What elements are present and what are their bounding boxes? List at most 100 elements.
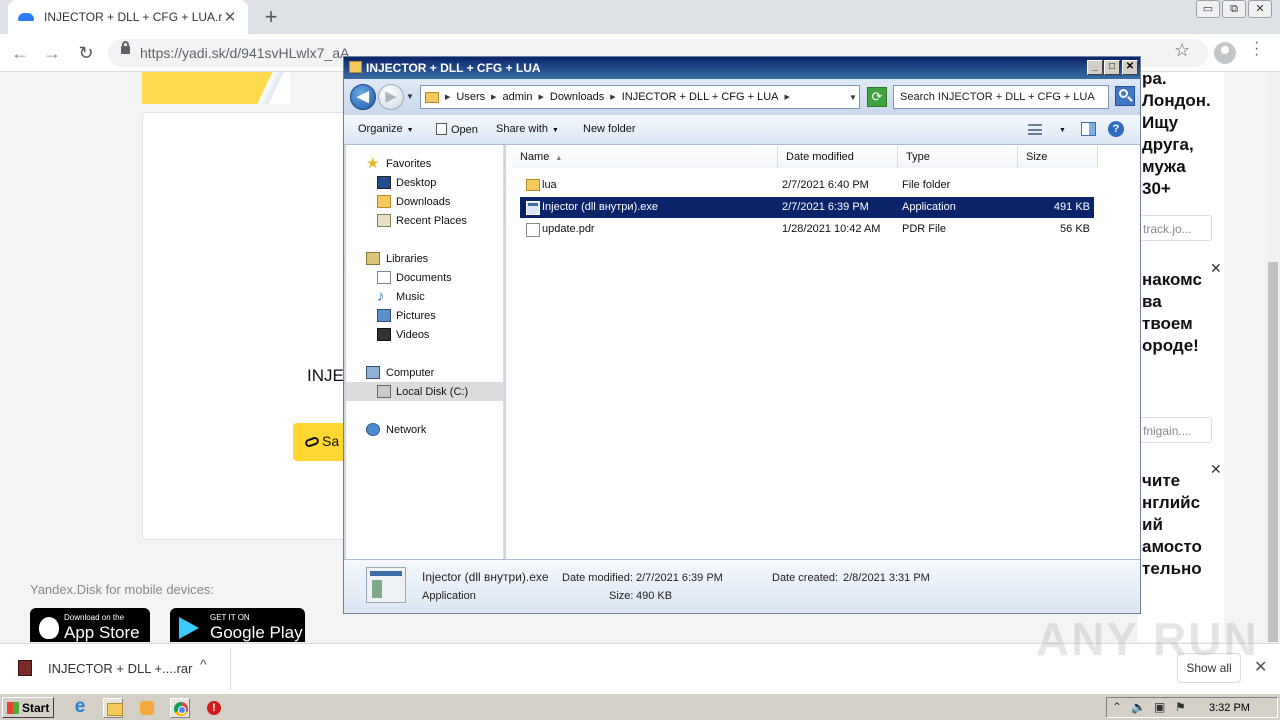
disk-icon [304, 435, 320, 449]
nav-libraries[interactable]: Libraries [346, 249, 504, 268]
tab-close-icon[interactable]: ✕ [222, 8, 238, 26]
browser-close-button[interactable]: ✕ [1248, 0, 1272, 18]
nav-pictures[interactable]: Pictures [346, 306, 504, 325]
search-input[interactable]: Search INJECTOR + DLL + CFG + LUA [893, 85, 1109, 109]
network-tray-icon[interactable]: ▣ [1154, 700, 1165, 714]
nav-label: Favorites [386, 158, 432, 170]
explorer-minimize-button[interactable]: _ [1087, 60, 1103, 75]
path-dropdown-icon[interactable]: ▼ [849, 93, 857, 102]
download-filename: INJECTOR + DLL +....rar [48, 660, 193, 676]
chevron-right-icon[interactable]: ▶ [538, 93, 543, 101]
views-dropdown-icon[interactable]: ▼ [1055, 123, 1066, 135]
breadcrumb-downloads[interactable]: Downloads [550, 91, 604, 103]
warning-icon[interactable] [204, 698, 224, 718]
chevron-right-icon[interactable]: ▶ [491, 93, 496, 101]
organize-button[interactable]: Organize ▼ [358, 123, 414, 135]
column-header-name[interactable]: Name ▲ [512, 146, 778, 168]
explorer-titlebar[interactable]: INJECTOR + DLL + CFG + LUA [344, 57, 1140, 79]
page-scrollbar[interactable] [1266, 72, 1280, 642]
explorer-maximize-button[interactable]: □ [1104, 60, 1120, 75]
browser-tab[interactable]: INJECTOR + DLL + CFG + LUA.rar – ✕ [8, 0, 248, 34]
details-file-kind: Application [422, 590, 476, 602]
mobile-apps-label: Yandex.Disk for mobile devices: [30, 582, 215, 597]
file-row-selected[interactable]: Injector (dll внутри).exe 2/7/2021 6:39 … [520, 197, 1094, 218]
refresh-icon[interactable]: ⟳ [867, 87, 887, 107]
open-icon [436, 123, 447, 135]
reload-button[interactable]: ↻ [74, 41, 98, 65]
minimize-button[interactable]: ▭ [1196, 0, 1220, 18]
breadcrumb[interactable]: ▶ Users ▶ admin ▶ Downloads ▶ INJECTOR +… [420, 85, 860, 109]
internet-explorer-icon[interactable]: e [70, 697, 90, 718]
nav-label: Pictures [396, 310, 436, 322]
column-header-type[interactable]: Type [898, 146, 1018, 168]
clock[interactable]: 3:32 PM [1209, 702, 1250, 714]
nav-downloads[interactable]: Downloads [346, 192, 504, 211]
chevron-right-icon[interactable]: ▶ [610, 93, 615, 101]
breadcrumb-current-folder[interactable]: INJECTOR + DLL + CFG + LUA [622, 91, 779, 103]
download-item[interactable]: INJECTOR + DLL +....rar [18, 660, 193, 676]
views-icon[interactable] [1028, 124, 1042, 135]
google-play-badge[interactable]: GET IT ON Google Play [170, 608, 305, 642]
folder-icon [425, 91, 439, 103]
file-name: lua [542, 179, 557, 191]
ad-link-2[interactable]: fnigain.... [1138, 417, 1212, 443]
ad-close-icon[interactable]: ✕ [1210, 260, 1222, 277]
profile-avatar[interactable] [1214, 42, 1236, 64]
nav-computer[interactable]: Computer [346, 363, 504, 382]
volume-icon[interactable]: 🔈 [1131, 700, 1146, 714]
file-row[interactable]: update.pdr 1/28/2021 10:42 AM PDR File 5… [520, 219, 1094, 240]
nav-label: Desktop [396, 177, 437, 189]
media-player-icon[interactable] [137, 698, 157, 718]
nav-label: Computer [386, 367, 435, 379]
open-button[interactable]: Open [436, 123, 478, 136]
column-header-size[interactable]: Size [1018, 146, 1098, 168]
preview-pane-icon[interactable] [1081, 122, 1096, 136]
column-header-date[interactable]: Date modified [778, 146, 898, 168]
breadcrumb-users[interactable]: Users [456, 91, 485, 103]
history-dropdown-icon[interactable]: ▼ [406, 92, 414, 101]
back-button[interactable]: ← [8, 41, 32, 65]
app-store-badge[interactable]: Download on the App Store [30, 608, 150, 642]
explorer-close-button[interactable]: ✕ [1122, 60, 1138, 75]
file-icon [526, 223, 540, 237]
share-with-button[interactable]: Share with ▼ [496, 123, 559, 135]
new-folder-button[interactable]: New folder [583, 123, 636, 135]
scrollbar-thumb[interactable] [1268, 262, 1278, 642]
start-button[interactable]: Start [2, 697, 54, 718]
file-date: 2/7/2021 6:39 PM [782, 201, 869, 213]
explorer-back-button[interactable]: ◀ [350, 84, 376, 110]
bookmark-star-icon[interactable]: ☆ [1174, 40, 1190, 61]
ad-text-2[interactable]: накомс ва твоем ороде! [1142, 269, 1202, 357]
chevron-right-icon[interactable]: ▶ [785, 93, 790, 101]
nav-recent-places[interactable]: Recent Places [346, 211, 504, 230]
nav-local-disk[interactable]: Local Disk (C:) [346, 382, 504, 401]
nav-documents[interactable]: Documents [346, 268, 504, 287]
search-icon[interactable] [1115, 86, 1135, 106]
open-label: Open [451, 124, 478, 136]
browser-menu-icon[interactable]: · · · [1254, 35, 1259, 63]
ad-text-1[interactable]: ра. Лондон. Ищу друга, мужа 30+ [1142, 72, 1211, 200]
action-center-icon[interactable]: ⚑ [1175, 700, 1186, 714]
forward-button[interactable]: → [40, 41, 64, 65]
explorer-taskbar-icon[interactable] [103, 698, 123, 718]
file-size: 491 KB [1053, 201, 1090, 213]
chevron-right-icon[interactable]: ▶ [445, 93, 450, 101]
nav-desktop[interactable]: Desktop [346, 173, 504, 192]
tray-expand-icon[interactable]: ⌃ [1112, 700, 1122, 714]
disk-drive-icon [377, 385, 391, 398]
explorer-forward-button[interactable]: ▶ [378, 84, 404, 110]
nav-videos[interactable]: Videos [346, 325, 504, 344]
nav-favorites[interactable]: ★ Favorites [346, 154, 504, 173]
chrome-taskbar-icon[interactable] [170, 698, 190, 718]
help-icon[interactable]: ? [1108, 121, 1124, 137]
download-options-icon[interactable]: ^ [200, 656, 207, 672]
ad-text-3[interactable]: чите нглийс ий амосто тельно [1142, 470, 1202, 580]
restore-button[interactable]: ⧉ [1222, 0, 1246, 18]
nav-music[interactable]: ♪ Music [346, 287, 504, 306]
nav-network[interactable]: Network [346, 420, 504, 439]
breadcrumb-admin[interactable]: admin [503, 91, 533, 103]
ad-link-1[interactable]: track.jo... [1138, 215, 1212, 241]
ad-close-icon[interactable]: ✕ [1210, 461, 1222, 478]
file-row[interactable]: lua 2/7/2021 6:40 PM File folder [520, 175, 1094, 196]
new-tab-button[interactable]: + [258, 4, 284, 30]
